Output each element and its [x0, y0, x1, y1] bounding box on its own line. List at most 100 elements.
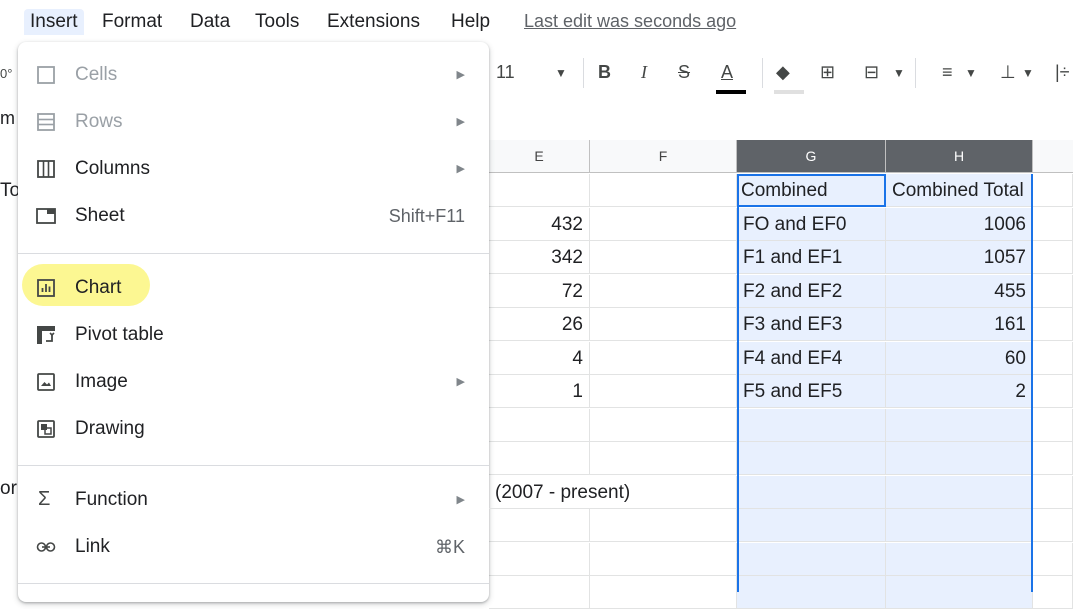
grid-cell[interactable] — [489, 509, 590, 542]
grid-cell[interactable] — [1033, 408, 1073, 442]
grid-cell[interactable]: 60 — [886, 341, 1033, 375]
menu-tools[interactable]: Tools — [255, 9, 299, 35]
grid-cell[interactable] — [737, 509, 886, 542]
grid-cell[interactable] — [886, 442, 1033, 475]
grid-cell[interactable] — [590, 442, 737, 475]
text-color-button[interactable]: A — [721, 62, 733, 83]
menu-item-cells[interactable]: Cells ▶ — [18, 55, 489, 95]
grid-cell[interactable] — [590, 241, 737, 274]
grid-cell[interactable] — [886, 475, 1033, 509]
grid-cell[interactable]: 1057 — [886, 241, 1033, 274]
menu-item-columns[interactable]: Columns ▶ — [18, 149, 489, 189]
menu-item-rows[interactable]: Rows ▶ — [18, 102, 489, 142]
column-header-h[interactable]: H — [886, 140, 1033, 173]
grid-cell[interactable] — [1033, 207, 1073, 241]
grid-cell[interactable] — [590, 341, 737, 375]
menu-item-image[interactable]: Image ▶ — [18, 362, 489, 402]
column-header-f[interactable]: F — [590, 140, 737, 173]
grid-cell[interactable] — [1033, 341, 1073, 375]
grid-cell[interactable] — [737, 542, 886, 576]
menu-insert[interactable]: Insert — [24, 9, 84, 35]
merge-dropdown-icon[interactable]: ▼ — [893, 66, 905, 80]
borders-icon[interactable]: ⊞ — [820, 62, 835, 83]
grid-cell[interactable] — [1033, 174, 1073, 207]
grid-cell[interactable] — [489, 442, 590, 475]
grid-cell[interactable]: 1 — [489, 375, 590, 408]
grid-cell[interactable]: 1006 — [886, 207, 1033, 241]
last-edit-link[interactable]: Last edit was seconds ago — [524, 11, 736, 32]
grid-cell[interactable] — [886, 408, 1033, 442]
grid-cell[interactable] — [1033, 308, 1073, 341]
menu-help[interactable]: Help — [451, 9, 490, 35]
grid-cell[interactable] — [590, 174, 737, 207]
menu-item-chart[interactable]: Chart — [18, 268, 489, 308]
grid-cell[interactable] — [737, 475, 886, 509]
vertical-align-icon[interactable]: ⊥ — [1000, 62, 1016, 83]
grid-cell[interactable] — [590, 207, 737, 241]
grid-cell[interactable] — [886, 576, 1033, 609]
valign-dropdown-icon[interactable]: ▼ — [1022, 66, 1034, 80]
grid-cell[interactable] — [590, 576, 737, 609]
grid-cell[interactable] — [886, 542, 1033, 576]
grid-cell[interactable] — [886, 509, 1033, 542]
grid-cell[interactable] — [1033, 576, 1073, 609]
grid-cell[interactable] — [1033, 274, 1073, 308]
column-header-e[interactable]: E — [489, 140, 590, 173]
grid-cell[interactable] — [489, 174, 590, 207]
menu-extensions[interactable]: Extensions — [327, 9, 420, 35]
grid-cell[interactable] — [737, 442, 886, 475]
grid-cell[interactable]: Combined Total — [886, 174, 1033, 207]
grid-cell[interactable]: F4 and EF4 — [737, 341, 886, 375]
grid-cell[interactable] — [1033, 375, 1073, 408]
font-size-value[interactable]: 11 — [496, 62, 515, 83]
grid-cell[interactable] — [590, 308, 737, 341]
grid-cell[interactable] — [590, 509, 737, 542]
grid-cell[interactable]: F1 and EF1 — [737, 241, 886, 274]
menu-format[interactable]: Format — [102, 9, 162, 35]
italic-button[interactable]: I — [641, 62, 647, 83]
grid-cell[interactable]: F2 and EF2 — [737, 274, 886, 308]
grid-cell[interactable] — [489, 576, 590, 609]
menu-item-sheet[interactable]: Sheet Shift+F11 — [18, 196, 489, 236]
menu-item-link[interactable]: Link ⌘K — [18, 527, 489, 567]
horizontal-align-icon[interactable]: ≡ — [942, 62, 953, 83]
menu-item-function[interactable]: Σ Function ▶ — [18, 480, 489, 520]
grid-cell[interactable] — [590, 408, 737, 442]
text-wrap-icon[interactable]: |÷ — [1055, 62, 1070, 83]
grid-cell[interactable]: F5 and EF5 — [737, 375, 886, 408]
grid-cell[interactable] — [590, 274, 737, 308]
menu-item-drawing[interactable]: Drawing — [18, 409, 489, 449]
align-dropdown-icon[interactable]: ▼ — [965, 66, 977, 80]
grid-cell[interactable]: 161 — [886, 308, 1033, 341]
grid-cell[interactable] — [737, 576, 886, 609]
grid-cell[interactable]: 4 — [489, 341, 590, 375]
grid-cell[interactable]: (2007 - present) — [489, 476, 630, 509]
grid-cell[interactable]: 455 — [886, 274, 1033, 308]
grid-cell[interactable] — [1033, 241, 1073, 274]
grid-cell[interactable]: 2 — [886, 375, 1033, 408]
grid-cell[interactable]: 72 — [489, 274, 590, 308]
grid-cell[interactable]: 432 — [489, 207, 590, 241]
grid-cell[interactable] — [1033, 509, 1073, 542]
fill-color-icon[interactable]: ◆ — [776, 62, 790, 83]
grid-cell[interactable]: Combined — [737, 174, 886, 207]
grid-cell[interactable] — [1033, 475, 1073, 509]
menu-item-pivot-table[interactable]: Pivot table — [18, 315, 489, 355]
menu-data[interactable]: Data — [190, 9, 230, 35]
grid-cell[interactable] — [489, 408, 590, 442]
merge-cells-icon[interactable]: ⊟ — [864, 62, 879, 83]
column-header-g[interactable]: G — [737, 140, 886, 173]
grid-cell[interactable] — [489, 542, 590, 576]
strikethrough-button[interactable]: S — [678, 62, 690, 83]
font-size-dropdown-icon[interactable]: ▼ — [555, 66, 567, 80]
grid-cell[interactable] — [590, 375, 737, 408]
grid-cell[interactable] — [737, 408, 886, 442]
grid-cell[interactable]: 342 — [489, 241, 590, 274]
grid-cell[interactable]: FO and EF0 — [737, 207, 886, 241]
grid-cell[interactable]: 26 — [489, 308, 590, 341]
grid-cell[interactable] — [1033, 542, 1073, 576]
grid-cell[interactable]: F3 and EF3 — [737, 308, 886, 341]
grid-cell[interactable] — [1033, 442, 1073, 475]
bold-button[interactable]: B — [598, 62, 611, 83]
grid-cell[interactable] — [590, 542, 737, 576]
